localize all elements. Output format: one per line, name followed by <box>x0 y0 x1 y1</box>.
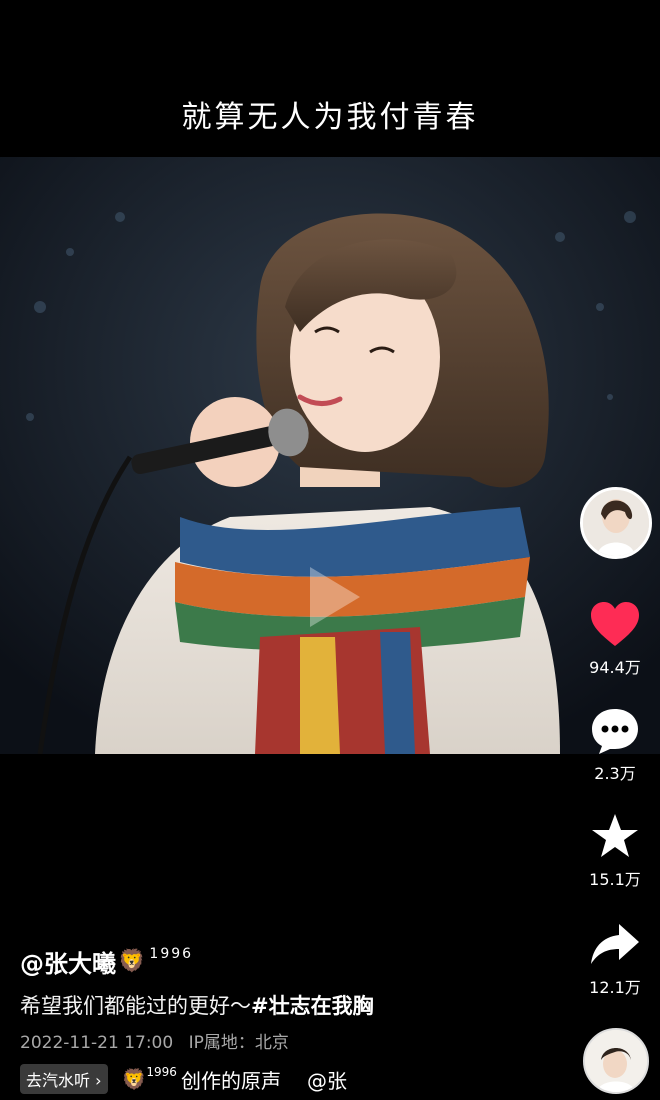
like-button[interactable]: 94.4万 <box>585 600 645 678</box>
music-cover-image <box>585 1030 647 1092</box>
star-icon <box>592 814 638 857</box>
video-frame-image <box>0 157 660 754</box>
avatar-image <box>583 490 649 556</box>
comment-button[interactable]: 2.3万 <box>585 706 645 784</box>
post-meta: 2022-11-21 17:00 IP属地：北京 <box>20 1028 289 1053</box>
post-date: 2022-11-21 17:00 <box>20 1033 174 1053</box>
author-name-line[interactable]: @张大曦 🦁 1996 <box>20 944 193 979</box>
lion-emoji-icon: 🦁 <box>121 1067 147 1091</box>
heart-icon <box>591 602 639 646</box>
description-text: 希望我们都能过的更好～ <box>20 994 251 1018</box>
author-name[interactable]: @张大曦 <box>20 944 116 979</box>
hashtag-link[interactable]: #壮志在我胸 <box>251 994 374 1018</box>
video-caption: 就算无人为我付青春 <box>181 100 479 135</box>
author-tag: 1996 <box>149 945 194 962</box>
video-player[interactable] <box>0 157 660 754</box>
share-button[interactable]: 12.1万 <box>585 920 645 998</box>
music-mention[interactable]: @张 <box>307 1065 347 1094</box>
ip-location: IP属地：北京 <box>188 1033 289 1053</box>
comment-icon <box>592 709 638 754</box>
music-title[interactable]: 创作的原声 <box>181 1065 281 1094</box>
like-count: 94.4万 <box>589 658 641 677</box>
music-line[interactable]: 去汽水听 › 🦁 1996 创作的原声 @张 <box>20 1064 347 1094</box>
listen-on-qishui-button[interactable]: 去汽水听 › <box>20 1064 108 1094</box>
post-description: 希望我们都能过的更好～#壮志在我胸 <box>20 990 374 1020</box>
favorite-count: 15.1万 <box>589 870 641 889</box>
lion-emoji-icon: 🦁 <box>118 949 146 974</box>
play-icon[interactable] <box>290 557 370 637</box>
comment-count: 2.3万 <box>594 764 636 783</box>
author-avatar[interactable] <box>580 487 652 559</box>
share-count: 12.1万 <box>589 978 641 997</box>
music-tag: 1996 <box>146 1065 177 1079</box>
music-cover-avatar[interactable] <box>583 1028 649 1094</box>
share-arrow-icon <box>591 924 639 964</box>
favorite-button[interactable]: 15.1万 <box>585 812 645 890</box>
